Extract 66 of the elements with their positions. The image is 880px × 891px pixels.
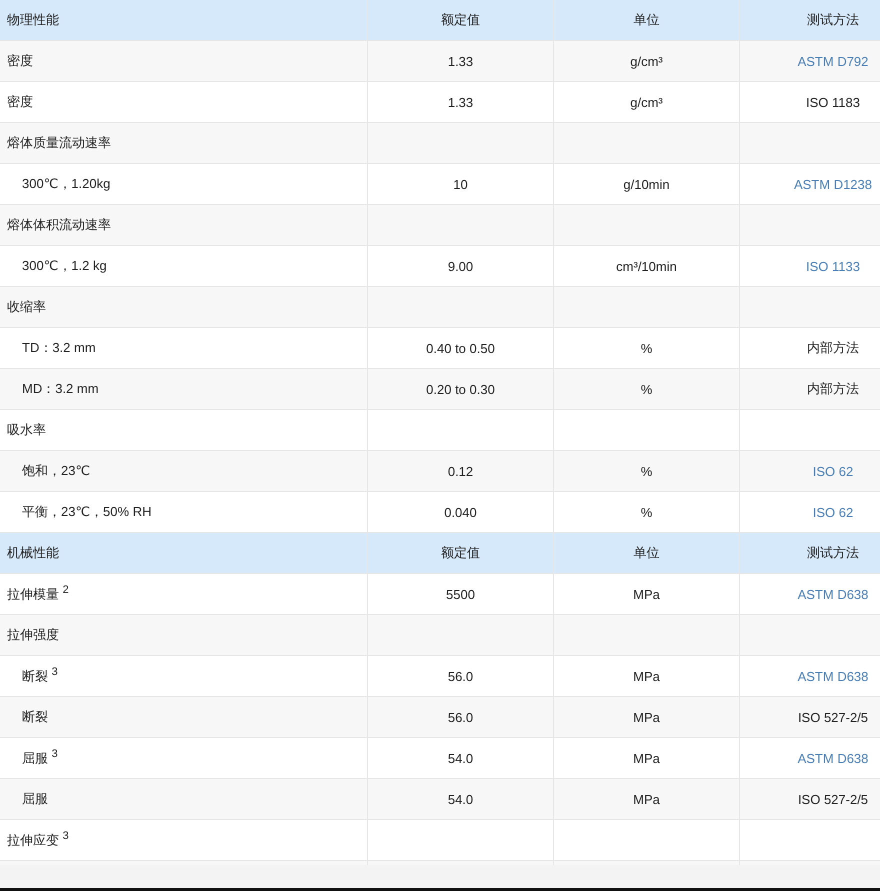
column-header: 单位: [634, 544, 660, 562]
property-label: 断裂 $^{3}$: [22, 666, 58, 686]
unit-text: %: [640, 382, 652, 396]
test-method-text: 内部方法: [807, 339, 859, 357]
test-method-text: 内部方法: [807, 380, 859, 398]
property-label: 屈服 $^{3}$: [22, 748, 58, 768]
unit-text: %: [640, 464, 652, 478]
unit-text: MPa: [633, 792, 660, 806]
value-text: 56.0: [448, 668, 474, 684]
value-text: 54.0: [448, 792, 474, 806]
value-text: 10: [453, 176, 468, 192]
property-label: 密度: [7, 52, 33, 70]
property-label: MD：3.2 mm: [22, 380, 99, 398]
test-method-link[interactable]: ASTM D638: [798, 586, 868, 602]
property-label: TD：3.2 mm: [22, 339, 96, 357]
value-text: 1.33: [448, 94, 474, 110]
test-method-link[interactable]: ASTM D792: [798, 54, 868, 68]
unit-text: %: [640, 340, 652, 356]
value-text: 9.00: [448, 258, 474, 274]
value-text: 5500: [446, 586, 475, 602]
value-text: 54.0: [448, 750, 474, 766]
unit-text: g/cm³: [630, 94, 663, 110]
unit-text: cm³/10min: [616, 258, 677, 274]
column-header: 测试方法: [807, 11, 859, 29]
property-label: 拉伸强度: [7, 626, 59, 644]
property-label: 饱和，23℃: [22, 462, 90, 480]
property-label: 断裂: [22, 708, 48, 726]
value-text: 1.33: [448, 54, 474, 68]
unit-text: g/10min: [623, 176, 670, 192]
column-header: 机械性能: [7, 544, 59, 562]
property-label: 密度: [7, 93, 33, 111]
test-method-text: ISO 1183: [806, 94, 860, 110]
column-header: 物理性能: [7, 11, 59, 29]
value-text: 0.040: [444, 504, 477, 520]
test-method-link[interactable]: ISO 62: [812, 504, 854, 520]
property-label: 熔体质量流动速率: [7, 134, 111, 152]
test-method-link[interactable]: ASTM D638: [798, 668, 868, 684]
value-text: 0.40 to 0.50: [426, 340, 495, 356]
test-method-link[interactable]: ISO 62: [812, 464, 854, 478]
property-label: 屈服: [22, 790, 48, 808]
property-label: 300℃，1.2 kg: [22, 257, 107, 275]
property-label: 熔体体积流动速率: [7, 216, 111, 234]
unit-text: %: [640, 504, 652, 520]
test-method-link[interactable]: ASTM D638: [798, 750, 868, 766]
property-label: 300℃，1.20kg: [22, 175, 110, 193]
unit-text: MPa: [633, 710, 660, 724]
unit-text: MPa: [633, 586, 660, 602]
property-label: 吸水率: [7, 421, 46, 439]
unit-text: g/cm³: [630, 54, 663, 68]
value-text: 0.20 to 0.30: [426, 382, 495, 396]
unit-text: MPa: [633, 668, 660, 684]
test-method-link[interactable]: ASTM D1238: [794, 176, 872, 192]
property-label: 拉伸应变 $^{3}$: [7, 830, 69, 850]
column-header: 额定值: [441, 11, 480, 29]
column-header: 单位: [634, 11, 660, 29]
value-text: 56.0: [448, 710, 474, 724]
column-header: 额定值: [441, 544, 480, 562]
test-method-link[interactable]: ISO 1133: [806, 258, 860, 274]
value-text: 0.12: [448, 464, 474, 478]
test-method-text: ISO 527-2/5: [798, 792, 868, 806]
property-label: 平衡，23℃，50% RH: [22, 503, 152, 521]
property-label: 收缩率: [7, 298, 46, 316]
column-header: 测试方法: [807, 544, 859, 562]
test-method-text: ISO 527-2/5: [798, 710, 868, 724]
unit-text: MPa: [633, 750, 660, 766]
property-label: 拉伸模量 $^{2}$: [7, 584, 69, 604]
